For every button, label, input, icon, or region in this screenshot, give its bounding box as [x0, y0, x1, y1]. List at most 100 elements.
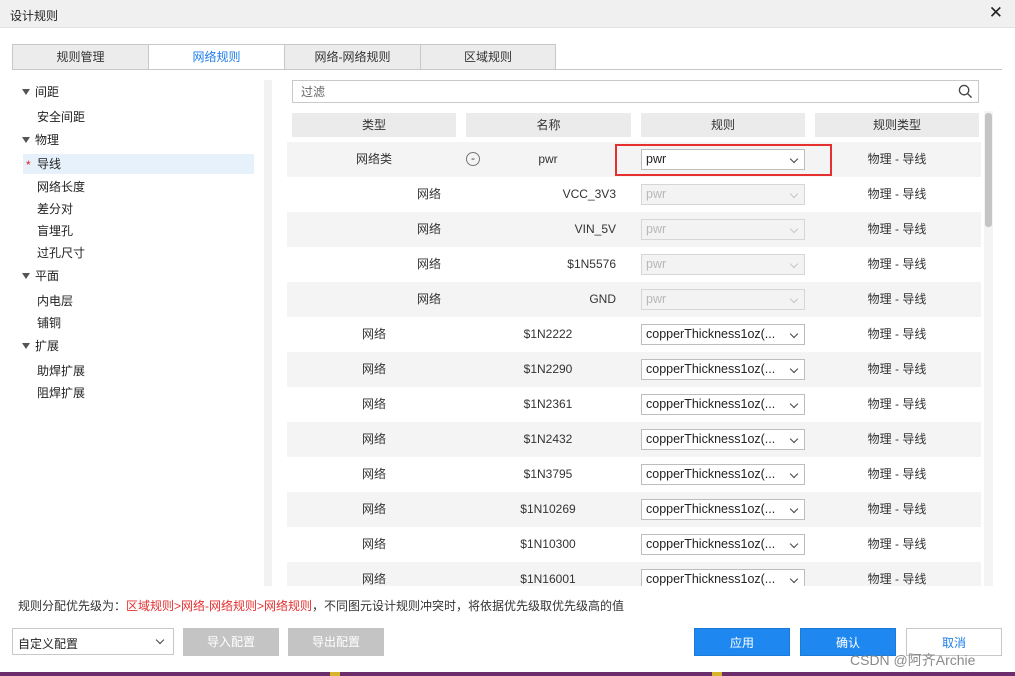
filter-input[interactable] [301, 83, 941, 100]
cell-rule-type: 物理 - 导线 [867, 152, 927, 166]
close-icon[interactable]: ✕ [989, 3, 1003, 23]
tree-group-physical[interactable]: 物理 [22, 130, 59, 150]
chevron-down-icon [789, 469, 799, 479]
bottom-edge [0, 672, 1015, 676]
tree-item-inner-layer[interactable]: 内电层 [37, 291, 73, 311]
rule-select[interactable]: copperThickness1oz(... [641, 569, 805, 586]
table-row[interactable]: 网络 GND pwr 物理 - 导线 [287, 282, 981, 317]
tree-label: 助焊扩展 [37, 364, 86, 378]
chevron-down-icon [789, 364, 799, 374]
cell-type: 网络 [361, 467, 386, 481]
scrollbar-thumb[interactable] [985, 113, 992, 227]
tree-group-spacing[interactable]: 间距 [22, 82, 59, 102]
search-icon[interactable] [958, 84, 973, 99]
chevron-down-icon [789, 329, 799, 339]
table-row[interactable]: 网络 $1N2432 copperThickness1oz(... 物理 - 导线 [287, 422, 981, 457]
priority-note: 规则分配优先级为：区域规则>网络-网络规则>网络规则，不同图元设计规则冲突时，将… [18, 597, 624, 614]
tab-net-net-rules[interactable]: 网络-网络规则 [284, 44, 420, 70]
tree-item-blind-buried-via[interactable]: 盲埋孔 [37, 221, 73, 241]
cell-rule-type: 物理 - 导线 [867, 572, 927, 586]
cell-name: $1N2222 [523, 327, 573, 341]
chevron-down-icon [789, 434, 799, 444]
cell-name: pwr [538, 152, 558, 166]
tree-item-diff-pair[interactable]: 差分对 [37, 199, 73, 219]
caret-down-icon[interactable] [22, 273, 30, 279]
tree-scrollbar[interactable] [264, 80, 272, 586]
rule-select: pwr [641, 219, 805, 240]
tree-label: 内电层 [37, 294, 74, 308]
tree-label: 导线 [37, 157, 62, 171]
chevron-down-icon [789, 189, 799, 199]
apply-button[interactable]: 应用 [694, 628, 790, 656]
tree-item-paste-expansion[interactable]: 助焊扩展 [37, 361, 85, 381]
tree-group-plane[interactable]: 平面 [22, 266, 59, 286]
tab-net-rules[interactable]: 网络规则 [148, 44, 284, 70]
rule-select[interactable]: copperThickness1oz(... [641, 394, 805, 415]
rule-select-value: copperThickness1oz(... [646, 467, 776, 481]
config-preset-value: 自定义配置 [18, 637, 79, 651]
table-row[interactable]: 网络 $1N5576 pwr 物理 - 导线 [287, 247, 981, 282]
cell-name: $1N10300 [520, 537, 576, 551]
chevron-down-icon [789, 259, 799, 269]
cell-rule-type: 物理 - 导线 [867, 537, 927, 551]
config-preset-select[interactable]: 自定义配置 [12, 628, 174, 655]
cell-name: $1N3795 [523, 467, 573, 481]
rule-select[interactable]: copperThickness1oz(... [641, 324, 805, 345]
table-row[interactable]: 网络 $1N10269 copperThickness1oz(... 物理 - 导线 [287, 492, 981, 527]
tree-item-via-size[interactable]: 过孔尺寸 [37, 243, 85, 263]
tree-label: 阻焊扩展 [37, 386, 86, 400]
tab-rule-management[interactable]: 规则管理 [12, 44, 148, 70]
tree-group-expansion[interactable]: 扩展 [22, 336, 59, 356]
table-row[interactable]: 网络 VIN_5V pwr 物理 - 导线 [287, 212, 981, 247]
column-header-type[interactable]: 类型 [292, 113, 456, 137]
rule-select: pwr [641, 254, 805, 275]
table-row[interactable]: 网络 VCC_3V3 pwr 物理 - 导线 [287, 177, 981, 212]
cell-name: $1N10269 [520, 502, 576, 516]
table-row[interactable]: 网络 $1N3795 copperThickness1oz(... 物理 - 导线 [287, 457, 981, 492]
table-row[interactable]: 网络 $1N16001 copperThickness1oz(... 物理 - 导线 [287, 562, 981, 586]
cell-name: VCC_3V3 [562, 187, 616, 201]
table-row[interactable]: 网络 $1N2361 copperThickness1oz(... 物理 - 导线 [287, 387, 981, 422]
tree-label: 过孔尺寸 [37, 246, 86, 260]
rule-select[interactable]: copperThickness1oz(... [641, 359, 805, 380]
chevron-down-icon [789, 399, 799, 409]
tree-item-safe-spacing[interactable]: 安全间距 [37, 107, 85, 127]
cell-type: 网络 [361, 362, 386, 376]
rule-select-value: copperThickness1oz(... [646, 537, 776, 551]
rule-select[interactable]: pwr [641, 149, 805, 170]
tree-label: 扩展 [35, 339, 60, 353]
caret-down-icon[interactable] [22, 89, 30, 95]
tree-item-net-length[interactable]: 网络长度 [37, 177, 85, 197]
rule-select-value: pwr [646, 152, 667, 166]
import-config-button[interactable]: 导入配置 [183, 628, 279, 656]
table-row[interactable]: 网络 $1N10300 copperThickness1oz(... 物理 - 导线 [287, 527, 981, 562]
rule-select[interactable]: copperThickness1oz(... [641, 429, 805, 450]
cell-name: $1N2361 [523, 397, 573, 411]
table-scrollbar[interactable] [984, 111, 993, 586]
tree-item-mask-expansion[interactable]: 阻焊扩展 [37, 383, 85, 403]
modified-marker: * [26, 158, 31, 172]
rule-select-value: copperThickness1oz(... [646, 572, 776, 586]
window-title: 设计规则 [10, 9, 59, 23]
rule-select[interactable]: copperThickness1oz(... [641, 534, 805, 555]
column-header-rule-type[interactable]: 规则类型 [815, 113, 979, 137]
cell-name: GND [589, 292, 616, 306]
caret-down-icon[interactable] [22, 343, 30, 349]
priority-order: 区域规则>网络-网络规则>网络规则 [126, 599, 313, 613]
cell-type: 网络 [361, 327, 386, 341]
column-header-rule[interactable]: 规则 [641, 113, 805, 137]
column-header-name[interactable]: 名称 [466, 113, 631, 137]
export-config-button[interactable]: 导出配置 [288, 628, 384, 656]
table-row[interactable]: 网络类 - pwr pwr 物理 - 导线 [287, 142, 981, 177]
tab-region-rules[interactable]: 区域规则 [420, 44, 556, 70]
tree-item-copper-pour[interactable]: 铺铜 [37, 313, 61, 333]
rule-select[interactable]: copperThickness1oz(... [641, 464, 805, 485]
cell-rule-type: 物理 - 导线 [867, 362, 927, 376]
tree-label: 物理 [35, 133, 60, 147]
table-row[interactable]: 网络 $1N2290 copperThickness1oz(... 物理 - 导线 [287, 352, 981, 387]
cell-rule-type: 物理 - 导线 [867, 187, 927, 201]
caret-down-icon[interactable] [22, 137, 30, 143]
rule-select[interactable]: copperThickness1oz(... [641, 499, 805, 520]
table-row[interactable]: 网络 $1N2222 copperThickness1oz(... 物理 - 导线 [287, 317, 981, 352]
tree-item-track[interactable]: * 导线 [23, 154, 254, 174]
